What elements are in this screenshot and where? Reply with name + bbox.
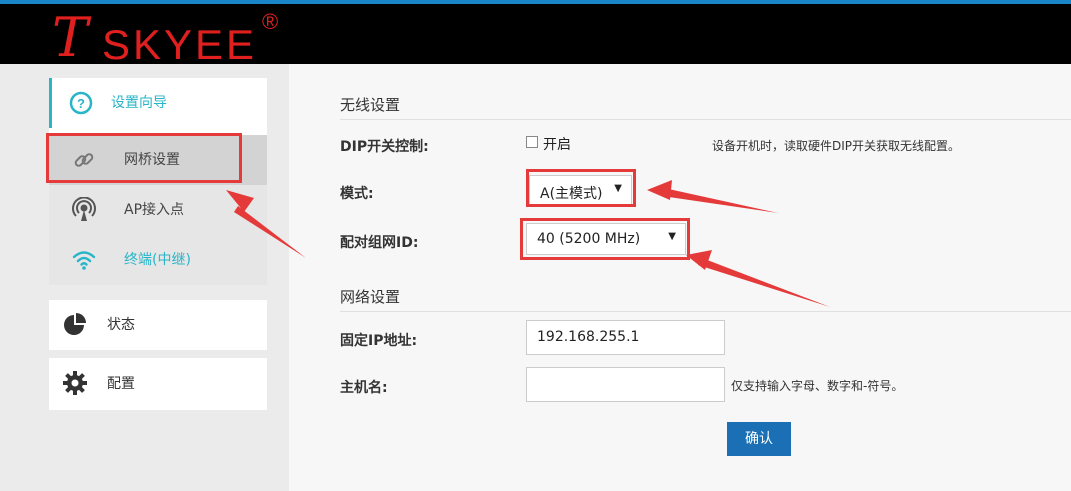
arrow-head-mode xyxy=(647,180,672,200)
arrow-to-mode xyxy=(662,188,778,213)
annotation-arrows xyxy=(226,180,830,307)
arrow-to-bridge xyxy=(234,206,306,258)
arrow-to-pair-id xyxy=(698,258,830,307)
